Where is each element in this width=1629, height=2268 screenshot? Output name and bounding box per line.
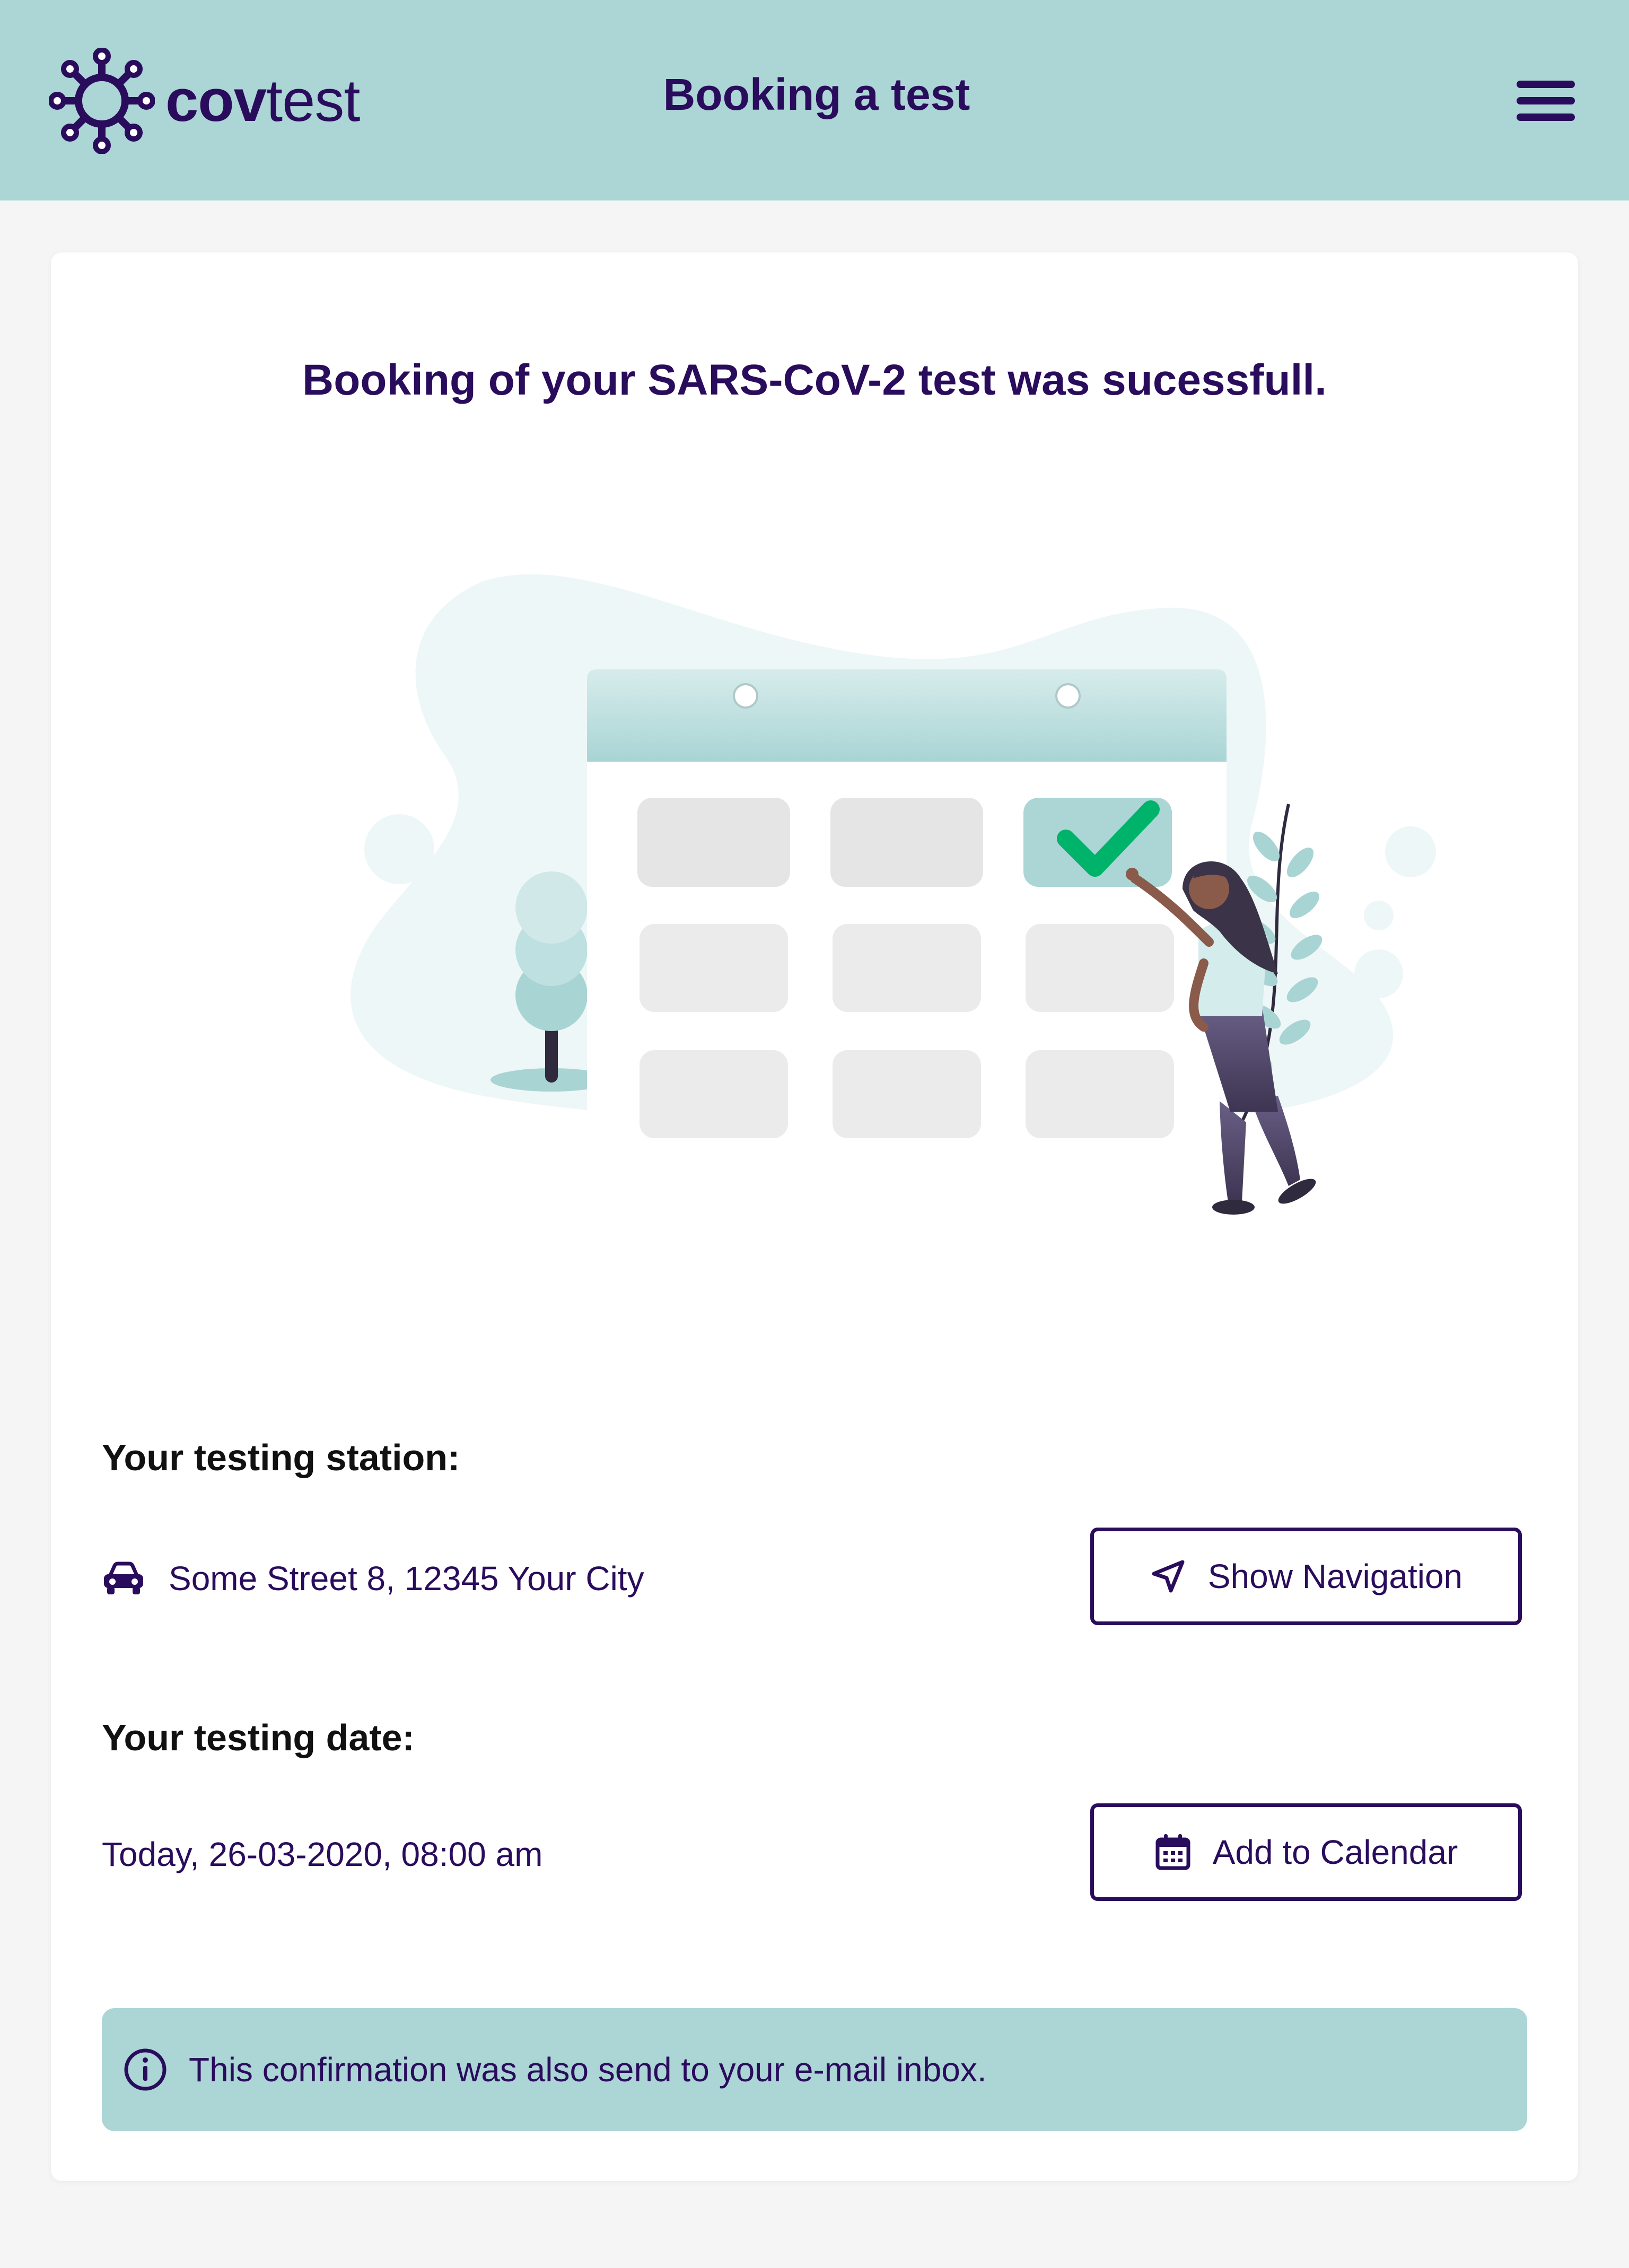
app-header: cov test Booking a test xyxy=(0,0,1629,200)
show-navigation-label: Show Navigation xyxy=(1207,1557,1463,1595)
virus-logo-icon xyxy=(49,48,155,154)
logo-text-light: test xyxy=(266,67,361,134)
station-address: Some Street 8, 12345 Your City xyxy=(169,1559,644,1598)
navigation-arrow-icon xyxy=(1152,1560,1185,1593)
testing-date-row: Today, 26-03-2020, 08:00 am xyxy=(102,1828,542,1881)
info-text: This confirmation was also send to your … xyxy=(189,2051,987,2089)
station-label: Your testing station: xyxy=(102,1437,460,1478)
car-icon xyxy=(104,1562,143,1594)
email-info-banner: This confirmation was also send to your … xyxy=(102,2008,1527,2131)
add-to-calendar-label: Add to Calendar xyxy=(1212,1833,1458,1871)
calendar-booking-illustration xyxy=(351,574,1436,1215)
testing-date: Today, 26-03-2020, 08:00 am xyxy=(102,1835,543,1873)
date-label: Your testing date: xyxy=(102,1717,415,1758)
covtest-logo[interactable]: cov test xyxy=(49,48,361,154)
logo-text-bold: cov xyxy=(165,67,267,134)
page-title: Booking a test xyxy=(663,69,970,119)
booking-confirmation-card: Booking of your SARS-CoV-2 test was suce… xyxy=(51,252,1578,2181)
info-icon xyxy=(124,2048,167,2091)
station-address-row: Some Street 8, 12345 Your City xyxy=(102,1552,644,1605)
logo-wordmark: cov test xyxy=(165,67,361,134)
add-to-calendar-button[interactable]: Add to Calendar xyxy=(1090,1803,1522,1901)
calendar-icon xyxy=(1155,1834,1190,1870)
hamburger-menu-icon[interactable] xyxy=(1517,74,1575,127)
confirmation-headline: Booking of your SARS-CoV-2 test was suce… xyxy=(302,356,1327,404)
show-navigation-button[interactable]: Show Navigation xyxy=(1090,1528,1522,1625)
